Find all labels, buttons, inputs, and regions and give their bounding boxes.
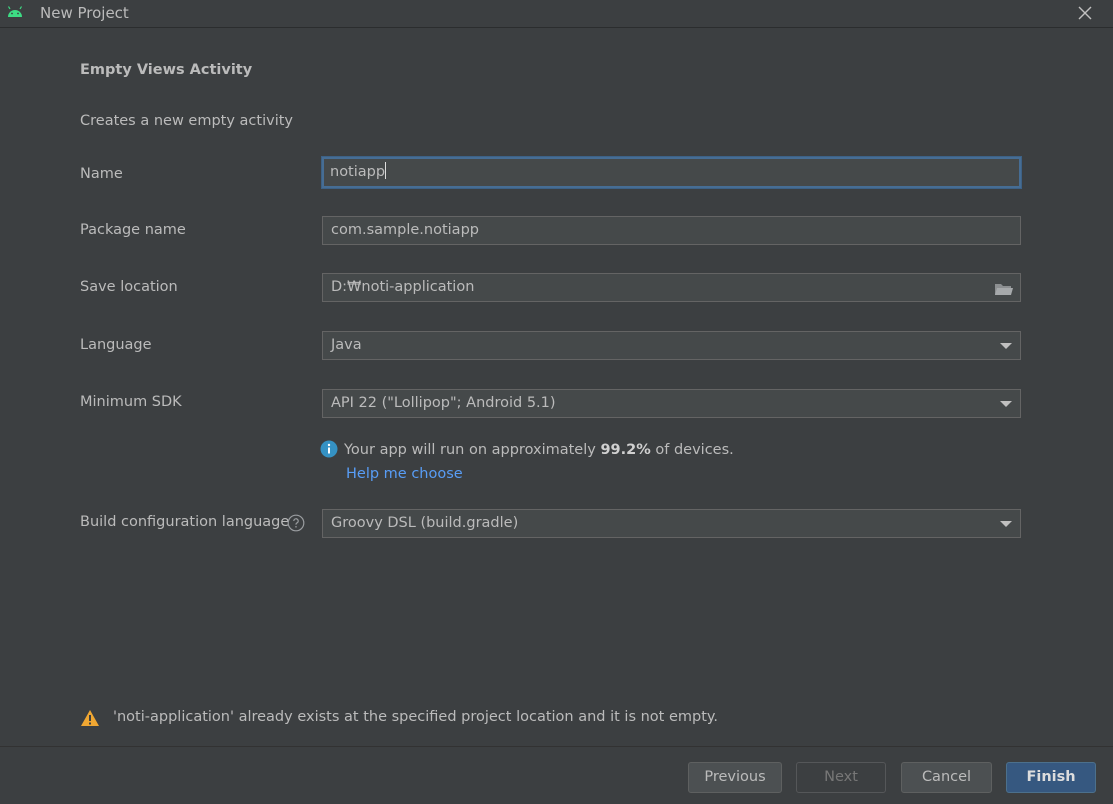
- package-name-value: com.sample.notiapp: [331, 222, 479, 238]
- template-heading: Empty Views Activity: [80, 62, 253, 78]
- warning-icon: [80, 709, 100, 727]
- language-value: Java: [331, 337, 362, 353]
- text-caret: [385, 162, 387, 179]
- sdk-coverage-suffix: of devices.: [650, 442, 734, 458]
- help-me-choose-link[interactable]: Help me choose: [346, 466, 463, 482]
- folder-icon[interactable]: [994, 280, 1014, 296]
- language-label: Language: [80, 337, 152, 353]
- save-location-label: Save location: [80, 279, 178, 295]
- minimum-sdk-select[interactable]: API 22 ("Lollipop"; Android 5.1): [322, 389, 1021, 418]
- warning-message: 'noti-application' already exists at the…: [113, 709, 719, 725]
- finish-button[interactable]: Finish: [1006, 762, 1096, 793]
- language-select[interactable]: Java: [322, 331, 1021, 360]
- minimum-sdk-label: Minimum SDK: [80, 394, 182, 410]
- name-value: notiapp: [330, 164, 386, 180]
- sdk-coverage-text: Your app will run on approximately 99.2%…: [344, 442, 734, 458]
- title-bar: New Project: [0, 0, 1113, 28]
- package-name-input[interactable]: com.sample.notiapp: [322, 216, 1021, 245]
- chevron-down-icon: [1000, 401, 1012, 407]
- name-label: Name: [80, 166, 123, 182]
- info-icon: [320, 440, 338, 458]
- name-input[interactable]: notiapp: [322, 157, 1021, 188]
- help-circle-icon[interactable]: [287, 514, 305, 532]
- build-config-value: Groovy DSL (build.gradle): [331, 515, 519, 531]
- build-config-select[interactable]: Groovy DSL (build.gradle): [322, 509, 1021, 538]
- save-location-value: D:₩noti-application: [331, 279, 475, 295]
- minimum-sdk-value: API 22 ("Lollipop"; Android 5.1): [331, 395, 556, 411]
- template-description: Creates a new empty activity: [80, 113, 293, 129]
- cancel-button[interactable]: Cancel: [901, 762, 992, 793]
- window-title: New Project: [40, 4, 129, 22]
- close-icon[interactable]: [1074, 2, 1096, 24]
- android-icon: [6, 5, 24, 19]
- footer-divider: [0, 746, 1113, 747]
- package-name-label: Package name: [80, 222, 186, 238]
- build-config-label: Build configuration language: [80, 514, 290, 530]
- sdk-coverage-prefix: Your app will run on approximately: [344, 442, 601, 458]
- chevron-down-icon: [1000, 343, 1012, 349]
- sdk-coverage-percent: 99.2%: [600, 442, 651, 458]
- chevron-down-icon: [1000, 521, 1012, 527]
- next-button[interactable]: Next: [796, 762, 886, 793]
- previous-button[interactable]: Previous: [688, 762, 782, 793]
- save-location-input[interactable]: D:₩noti-application: [322, 273, 1021, 302]
